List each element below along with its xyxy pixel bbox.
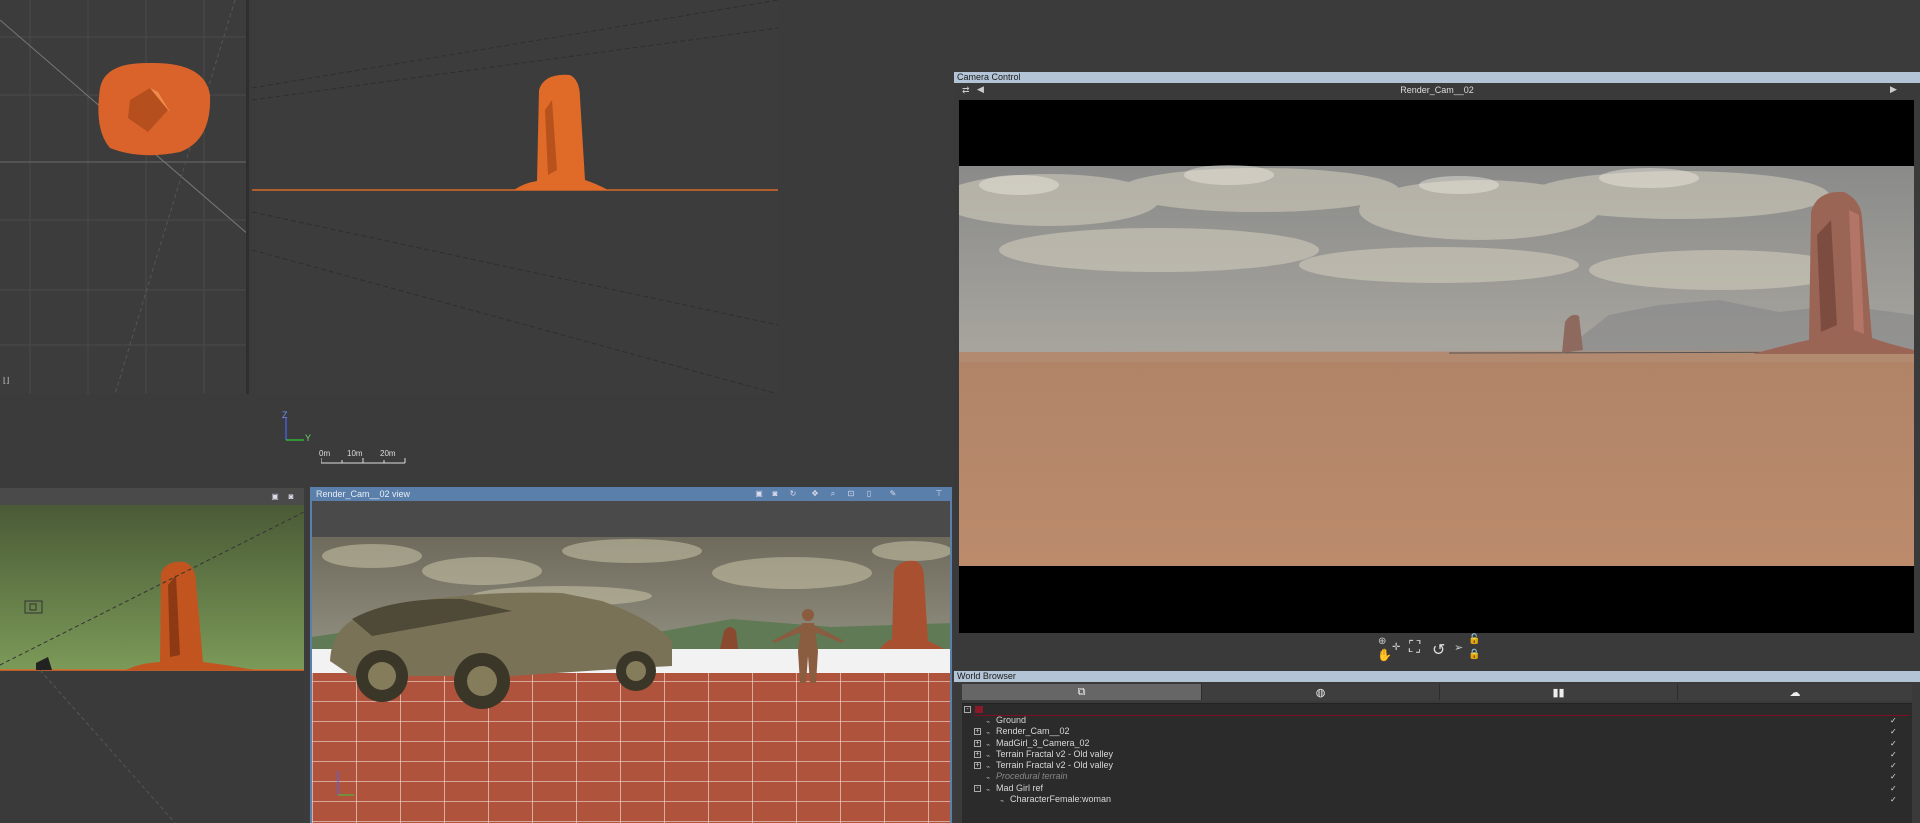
camera-icon[interactable]: ▣: [270, 492, 280, 502]
tree-item-label: Terrain Fractal v2 - Old valley: [996, 748, 1114, 759]
tree-item-label: Procedural terrain: [996, 771, 1068, 782]
tree-item-label: CharacterFemale:woman: [1010, 794, 1112, 805]
move-icon[interactable]: ✛: [1392, 642, 1400, 653]
tree-expander[interactable]: +: [974, 750, 981, 758]
scale-label-20: 20m: [380, 449, 396, 458]
camera-control-panel: Camera Control ⇄ ◀ Render_Cam__02 ▶ ⊕ ✋ …: [954, 72, 1920, 670]
tree-expander[interactable]: +: [974, 739, 981, 747]
tree-expander[interactable]: +: [974, 728, 981, 736]
visibility-check-icon[interactable]: ✓: [1890, 739, 1898, 748]
hand-pan-icon[interactable]: ✋: [1377, 648, 1392, 662]
tree-item[interactable]: ⌁ CharacterFemale:woman ✓: [962, 794, 1912, 805]
scene-root-icon: [975, 706, 983, 713]
unlock-icon[interactable]: 🔓: [1468, 634, 1480, 645]
rotate-icon[interactable]: ↻: [788, 489, 798, 499]
perspective-scene: [0, 505, 304, 823]
frame-selection-icon[interactable]: ⛶: [1409, 639, 1420, 657]
rotate-camera-icon[interactable]: ↺: [1432, 640, 1445, 660]
scale-label-10: 10m: [347, 449, 363, 458]
tree-item-label: Render_Cam__02: [996, 726, 1070, 737]
world-browser-header: World Browser: [954, 671, 1920, 682]
camera-selector-bar: ⇄ ◀ Render_Cam__02 ▶: [954, 84, 1920, 97]
tree-item-label: Mad Girl ref: [996, 782, 1044, 793]
top-view-grid: ⌊⌋: [0, 0, 246, 394]
tree-item[interactable]: + ⌁ MadGirl_3_Camera_02 ✓: [962, 738, 1912, 749]
axes-indicator: Z Y: [276, 410, 336, 452]
visibility-check-icon[interactable]: ✓: [1890, 762, 1898, 770]
objects-icon: ⧉: [1077, 685, 1086, 698]
top-view-viewport[interactable]: ⌊⌋: [0, 0, 249, 394]
tree-root-row[interactable]: -: [962, 704, 1912, 715]
visibility-check-icon[interactable]: ✓: [1890, 728, 1898, 736]
photo-icon[interactable]: ◙: [770, 489, 780, 499]
tree-item[interactable]: + ⌁ Terrain Fractal v2 - Old valley ✓: [962, 749, 1912, 760]
zoom-icon[interactable]: ⌕: [828, 489, 838, 499]
tree-expander[interactable]: +: [974, 762, 981, 770]
front-view-canvas: [252, 0, 778, 394]
lock-camera-icon[interactable]: 🔒: [1468, 649, 1480, 660]
pan-icon[interactable]: ✥: [810, 489, 820, 499]
screenshot-icon[interactable]: ◙: [286, 492, 296, 502]
visibility-check-icon[interactable]: ✓: [1890, 717, 1898, 725]
axis-y-label: Y: [305, 433, 312, 443]
tree-item-list: ⌁ Ground ✓ + ⌁ Render_Cam__02 ✓ + ⌁ MadGirl_3_Cam…: [962, 715, 1912, 805]
tree-item-label: MadGirl_3_Camera_02: [996, 737, 1090, 748]
scale-bar: 0m 10m 20m: [319, 449, 409, 465]
materials-icon: ◍: [1315, 686, 1326, 699]
tree-item[interactable]: ⌁ Procedural terrain ✓: [962, 771, 1912, 782]
tree-item[interactable]: + ⌁ Terrain Fractal v2 - Old valley ✓: [962, 760, 1912, 771]
edit-icon[interactable]: ✎: [888, 489, 898, 499]
tree-item[interactable]: - ⌁ Mad Girl ref ✓: [962, 783, 1912, 794]
pin-icon[interactable]: ⊤: [934, 489, 944, 499]
world-browser-panel: World Browser ⧉ ◍ ▮▮ ☁ - ⌁ Ground ✓ + ⌁ Rende…: [954, 671, 1920, 823]
tree-root-expander[interactable]: -: [964, 706, 971, 713]
next-camera-arrow[interactable]: ▶: [1890, 84, 1897, 95]
svg-text:⌊⌋: ⌊⌋: [3, 376, 9, 385]
tab-materials[interactable]: ◍: [1202, 684, 1440, 700]
tab-atmosphere[interactable]: ☁: [1678, 684, 1912, 700]
rock-top-shape: [98, 62, 211, 156]
perspective-toolbar: ▣ ◙: [0, 488, 304, 505]
lock-icon[interactable]: ▯: [864, 489, 874, 499]
camera-preview-scene: [959, 165, 1914, 633]
render-cam-scene: [312, 501, 950, 823]
camera-name-label[interactable]: Render_Cam__02: [954, 85, 1920, 95]
render-cam-viewport[interactable]: Render_Cam__02 view ▣ ◙ ↻ ✥ ⌕ ⊡ ▯ ✎ ⊤: [310, 487, 952, 823]
frame-icon[interactable]: ⊡: [846, 489, 856, 499]
camera-navigation-controls: ⊕ ✋ ✛ ⛶ ↺ ➢ 🔓 🔒: [954, 634, 1920, 670]
camera-control-header: Camera Control: [954, 72, 1920, 83]
axis-z-label: Z: [282, 410, 288, 420]
statistics-icon: ▮▮: [1552, 686, 1565, 699]
camera-view-icon[interactable]: ▣: [754, 489, 764, 499]
tab-statistics[interactable]: ▮▮: [1440, 684, 1678, 700]
perspective-viewport[interactable]: ▣ ◙: [0, 488, 304, 823]
right-panel-top-area: [954, 0, 1920, 73]
tree-item-label: Ground: [996, 715, 1027, 725]
scale-label-0: 0m: [319, 449, 331, 458]
world-browser-tree: - ⌁ Ground ✓ + ⌁ Render_Cam__02 ✓ + ⌁ MadGirl_3_C…: [962, 703, 1912, 823]
front-view-viewport[interactable]: [252, 0, 778, 394]
render-cam-title-bar[interactable]: Render_Cam__02 view ▣ ◙ ↻ ✥ ⌕ ⊡ ▯ ✎ ⊤: [312, 487, 950, 501]
rock-front-shape: [514, 74, 608, 190]
tree-item[interactable]: ⌁ Ground ✓: [962, 715, 1912, 726]
tab-objects[interactable]: ⧉: [962, 684, 1202, 700]
tree-item-label: Terrain Fractal v2 - Old valley: [996, 760, 1114, 771]
orbit-icon[interactable]: ⊕: [1378, 636, 1386, 647]
visibility-check-icon[interactable]: ✓: [1890, 750, 1898, 759]
world-browser-tabs: ⧉ ◍ ▮▮ ☁: [962, 684, 1912, 701]
object-type-icon: ⌁: [1000, 798, 1005, 806]
dolly-icon[interactable]: ➢: [1454, 641, 1463, 654]
visibility-check-icon[interactable]: ✓: [1890, 796, 1898, 804]
tree-expander[interactable]: -: [974, 784, 981, 792]
atmosphere-icon: ☁: [1789, 686, 1801, 699]
tree-item[interactable]: + ⌁ Render_Cam__02 ✓: [962, 726, 1912, 737]
visibility-check-icon[interactable]: ✓: [1890, 784, 1898, 793]
camera-preview: [959, 100, 1914, 633]
visibility-check-icon[interactable]: ✓: [1890, 773, 1898, 781]
render-cam-title: Render_Cam__02 view: [316, 489, 411, 499]
